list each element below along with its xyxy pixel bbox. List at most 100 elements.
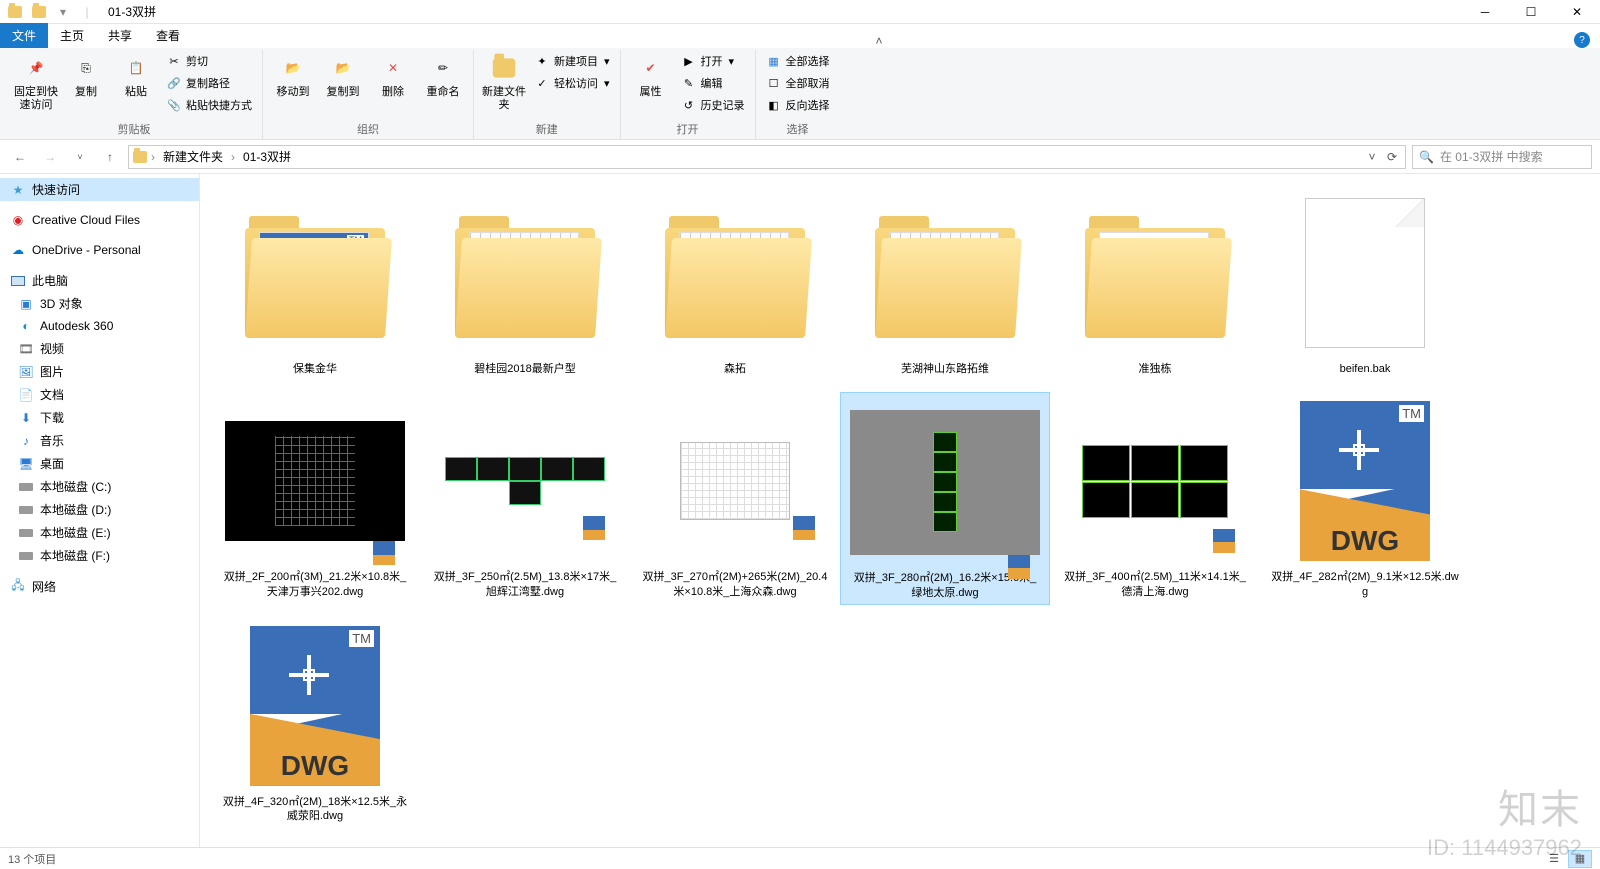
sidebar-drive-d[interactable]: 本地磁盘 (D:) bbox=[0, 498, 199, 521]
pc-icon bbox=[10, 273, 26, 289]
path-icon: 🔗 bbox=[166, 75, 182, 91]
file-item[interactable]: 双拼_2F_200㎡(3M)_21.2米×10.8米_天津万事兴202.dwg bbox=[210, 392, 420, 605]
delete-icon: ✕ bbox=[377, 52, 409, 84]
move-to-button[interactable]: 📂移动到 bbox=[269, 50, 317, 101]
sidebar-creative-cloud[interactable]: ◉Creative Cloud Files bbox=[0, 209, 199, 231]
qat-dropdown[interactable]: ▾ bbox=[52, 2, 74, 22]
rename-button[interactable]: ✏重命名 bbox=[419, 50, 467, 101]
sidebar-label: 音乐 bbox=[40, 432, 64, 449]
sidebar-pictures[interactable]: 🖼图片 bbox=[0, 360, 199, 383]
paste-button[interactable]: 📋 粘贴 bbox=[112, 50, 160, 101]
tab-view[interactable]: 查看 bbox=[144, 23, 192, 48]
file-item[interactable]: 芜湖神山东路拓维 bbox=[840, 184, 1050, 380]
breadcrumb-seg2[interactable]: 01-3双拼 bbox=[239, 148, 295, 165]
sidebar-drive-c[interactable]: 本地磁盘 (C:) bbox=[0, 475, 199, 498]
invert-selection-button[interactable]: ◧反向选择 bbox=[762, 94, 834, 116]
open-label: 打开 bbox=[701, 53, 723, 69]
file-item[interactable]: 双拼_3F_270㎡(2M)+265米(2M)_20.4米×10.8米_上海众森… bbox=[630, 392, 840, 605]
sidebar-3d-objects[interactable]: ▣3D 对象 bbox=[0, 292, 199, 315]
sidebar-network[interactable]: 🖧网络 bbox=[0, 575, 199, 598]
sidebar-documents[interactable]: 📄文档 bbox=[0, 383, 199, 406]
copy-path-button[interactable]: 🔗复制路径 bbox=[162, 72, 256, 94]
copy-button[interactable]: ⎘ 复制 bbox=[62, 50, 110, 101]
sidebar-this-pc[interactable]: 此电脑 bbox=[0, 269, 199, 292]
file-thumbnail bbox=[850, 397, 1040, 567]
paste-shortcut-label: 粘贴快捷方式 bbox=[186, 97, 252, 113]
file-item[interactable]: DWGTM双拼_4F_282㎡(2M)_9.1米×12.5米.dwg bbox=[1260, 392, 1470, 605]
file-item[interactable]: 碧桂园2018最新户型 bbox=[420, 184, 630, 380]
delete-button[interactable]: ✕删除 bbox=[369, 50, 417, 101]
file-item[interactable]: 准独栋 bbox=[1050, 184, 1260, 380]
tab-home[interactable]: 主页 bbox=[48, 23, 96, 48]
sidebar-desktop[interactable]: 🖥桌面 bbox=[0, 452, 199, 475]
sidebar-music[interactable]: ♪音乐 bbox=[0, 429, 199, 452]
recent-dropdown[interactable]: ˅ bbox=[68, 145, 92, 169]
sidebar-label: Creative Cloud Files bbox=[32, 213, 140, 227]
easy-access-button[interactable]: ✓轻松访问▾ bbox=[530, 72, 614, 94]
cut-button[interactable]: ✂剪切 bbox=[162, 50, 256, 72]
sidebar-downloads[interactable]: ⬇下载 bbox=[0, 406, 199, 429]
select-all-button[interactable]: ▦全部选择 bbox=[762, 50, 834, 72]
minimize-button[interactable]: ─ bbox=[1462, 0, 1508, 24]
thumbnails-view-button[interactable]: ▦ bbox=[1568, 850, 1592, 868]
breadcrumb-seg1[interactable]: 新建文件夹 bbox=[159, 148, 227, 165]
sidebar-videos[interactable]: 🎞 视频 bbox=[0, 337, 199, 360]
file-item[interactable]: 双拼_3F_250㎡(2.5M)_13.8米×17米_旭辉江湾墅.dwg bbox=[420, 392, 630, 605]
file-item[interactable]: 森拓 bbox=[630, 184, 840, 380]
view-switcher: ☰ ▦ bbox=[1542, 850, 1592, 868]
new-item-button[interactable]: ✦新建项目▾ bbox=[530, 50, 614, 72]
open-button[interactable]: ▶打开▾ bbox=[677, 50, 749, 72]
select-none-button[interactable]: ☐全部取消 bbox=[762, 72, 834, 94]
history-button[interactable]: ↺历史记录 bbox=[677, 94, 749, 116]
address-bar[interactable]: › 新建文件夹 › 01-3双拼 ˅ ⟳ bbox=[128, 145, 1406, 169]
new-folder-button[interactable]: 新建文件夹 bbox=[480, 50, 528, 114]
refresh-button[interactable]: ⟳ bbox=[1383, 145, 1401, 169]
sidebar-label: 桌面 bbox=[40, 455, 64, 472]
file-name: 双拼_4F_320㎡(2M)_18米×12.5米_永威荥阳.dwg bbox=[220, 795, 410, 824]
pin-button[interactable]: 📌 固定到快速访问 bbox=[12, 50, 60, 114]
quick-access-toolbar: ▾ | bbox=[0, 2, 102, 22]
sidebar-drive-e[interactable]: 本地磁盘 (E:) bbox=[0, 521, 199, 544]
sidebar-quick-access[interactable]: ★快速访问 bbox=[0, 178, 199, 201]
sidebar-onedrive[interactable]: ☁OneDrive - Personal bbox=[0, 239, 199, 261]
file-item[interactable]: beifen.bak bbox=[1260, 184, 1470, 380]
pin-icon: 📌 bbox=[20, 52, 52, 84]
download-icon: ⬇ bbox=[18, 410, 34, 426]
sidebar-autodesk360[interactable]: ◐Autodesk 360 bbox=[0, 315, 199, 337]
file-item[interactable]: 双拼_3F_280㎡(2M)_16.2米×15.6米_绿地太原.dwg bbox=[840, 392, 1050, 605]
search-box[interactable]: 🔍 在 01-3双拼 中搜索 bbox=[1412, 145, 1592, 169]
details-view-button[interactable]: ☰ bbox=[1542, 850, 1566, 868]
back-button[interactable]: ← bbox=[8, 145, 32, 169]
close-button[interactable]: ✕ bbox=[1554, 0, 1600, 24]
edit-button[interactable]: ✎编辑 bbox=[677, 72, 749, 94]
maximize-button[interactable]: ☐ bbox=[1508, 0, 1554, 24]
cube-icon: ▣ bbox=[18, 296, 34, 312]
paste-shortcut-button[interactable]: 📎粘贴快捷方式 bbox=[162, 94, 256, 116]
search-icon: 🔍 bbox=[1419, 150, 1434, 164]
tab-file[interactable]: 文件 bbox=[0, 23, 48, 48]
ribbon-collapse[interactable]: ˄ bbox=[876, 34, 883, 48]
tab-share[interactable]: 共享 bbox=[96, 23, 144, 48]
copy-to-button[interactable]: 📂复制到 bbox=[319, 50, 367, 101]
file-item[interactable]: 双拼_3F_400㎡(2.5M)_11米×14.1米_德清上海.dwg bbox=[1050, 392, 1260, 605]
titlebar: ▾ | 01-3双拼 ─ ☐ ✕ bbox=[0, 0, 1600, 24]
sidebar-label: 图片 bbox=[40, 363, 64, 380]
ribbon: 📌 固定到快速访问 ⎘ 复制 📋 粘贴 ✂剪切 🔗复制路径 📎粘贴快捷方式 剪贴… bbox=[0, 48, 1600, 140]
forward-button[interactable]: → bbox=[38, 145, 62, 169]
folder-icon bbox=[4, 2, 26, 22]
select-group-label: 选择 bbox=[787, 119, 809, 139]
file-item[interactable]: DWGTM双拼_4F_320㎡(2M)_18米×12.5米_永威荥阳.dwg bbox=[210, 617, 420, 828]
sidebar-label: 视频 bbox=[40, 340, 64, 357]
properties-button[interactable]: ✔属性 bbox=[627, 50, 675, 101]
video-icon: 🎞 bbox=[18, 341, 34, 357]
sidebar-drive-f[interactable]: 本地磁盘 (F:) bbox=[0, 544, 199, 567]
file-name: 双拼_3F_270㎡(2M)+265米(2M)_20.4米×10.8米_上海众森… bbox=[640, 570, 830, 599]
help-button[interactable]: ? bbox=[1574, 32, 1590, 48]
new-folder-label: 新建文件夹 bbox=[482, 86, 526, 112]
addr-dropdown[interactable]: ˅ bbox=[1363, 145, 1381, 169]
properties-label: 属性 bbox=[640, 86, 662, 99]
up-button[interactable]: ↑ bbox=[98, 145, 122, 169]
file-content-area[interactable]: DWGTM保集金华碧桂园2018最新户型 森拓芜湖神山东路拓维准独栋beifen.… bbox=[200, 174, 1600, 847]
file-item[interactable]: DWGTM保集金华 bbox=[210, 184, 420, 380]
file-name: 碧桂园2018最新户型 bbox=[474, 362, 575, 376]
